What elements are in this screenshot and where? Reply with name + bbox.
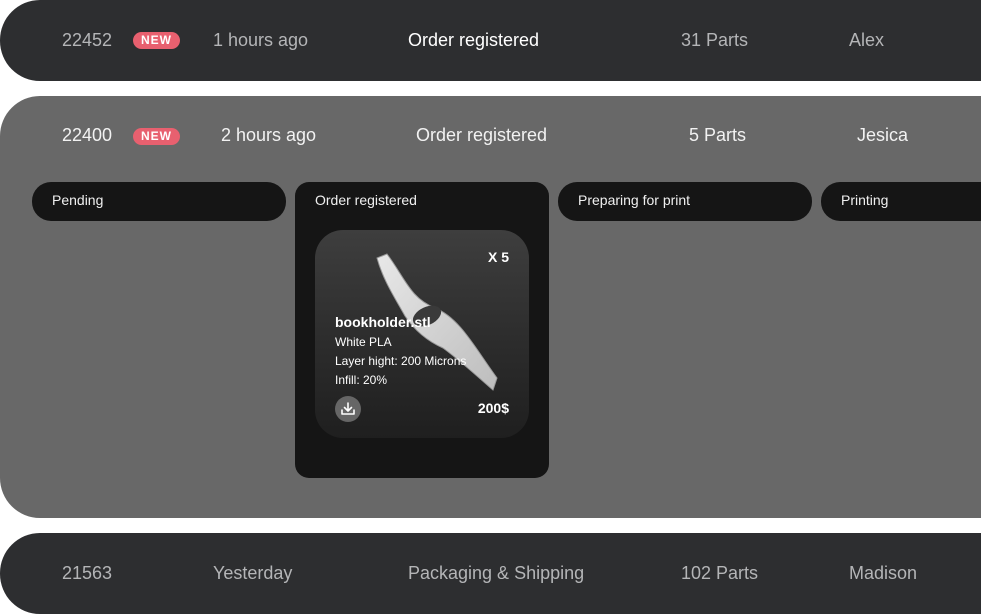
stage-order-registered[interactable]: Order registered X 5 bookholder.stl Whit… bbox=[295, 182, 549, 478]
order-id: 22400 bbox=[62, 125, 113, 145]
part-infill: Infill: 20% bbox=[335, 373, 388, 387]
order-id: 21563 bbox=[62, 563, 113, 583]
new-badge: NEW bbox=[133, 32, 180, 49]
order-time: 2 hours ago bbox=[221, 125, 317, 145]
part-layer-height: Layer hight: 200 Microns bbox=[335, 354, 467, 368]
part-card[interactable]: X 5 bookholder.stl White PLA Layer hight… bbox=[315, 230, 529, 438]
order-parts: 5 Parts bbox=[689, 125, 747, 145]
part-filename: bookholder.stl bbox=[335, 314, 431, 330]
part-quantity: X 5 bbox=[487, 249, 509, 265]
stage-label: Preparing for print bbox=[578, 192, 691, 208]
download-button[interactable] bbox=[335, 396, 361, 422]
order-parts: 31 Parts bbox=[681, 30, 749, 50]
order-time: 1 hours ago bbox=[213, 30, 309, 50]
stage-label: Pending bbox=[52, 192, 104, 208]
order-time: Yesterday bbox=[213, 563, 293, 583]
order-row-21563[interactable]: 21563 Yesterday Packaging & Shipping 102… bbox=[0, 533, 981, 614]
part-material: White PLA bbox=[335, 335, 392, 349]
stage-preparing-for-print[interactable]: Preparing for print bbox=[558, 182, 812, 221]
order-id: 22452 bbox=[62, 30, 113, 50]
order-customer: Jesica bbox=[857, 125, 909, 145]
stage-pending[interactable]: Pending bbox=[32, 182, 286, 221]
stage-label: Order registered bbox=[315, 192, 417, 208]
download-icon bbox=[341, 402, 355, 415]
order-row-22400[interactable]: 22400 NEW 2 hours ago Order registered 5… bbox=[0, 96, 981, 518]
order-parts: 102 Parts bbox=[681, 563, 759, 583]
stage-label: Printing bbox=[841, 192, 889, 208]
order-status: Packaging & Shipping bbox=[408, 563, 585, 583]
order-status: Order registered bbox=[408, 30, 540, 50]
order-customer: Madison bbox=[849, 563, 918, 583]
order-row-22452[interactable]: 22452 NEW 1 hours ago Order registered 3… bbox=[0, 0, 981, 81]
order-status: Order registered bbox=[416, 125, 548, 145]
order-customer: Alex bbox=[849, 30, 885, 50]
part-price: 200$ bbox=[477, 400, 509, 416]
new-badge: NEW bbox=[133, 128, 180, 145]
stage-printing[interactable]: Printing bbox=[821, 182, 981, 221]
